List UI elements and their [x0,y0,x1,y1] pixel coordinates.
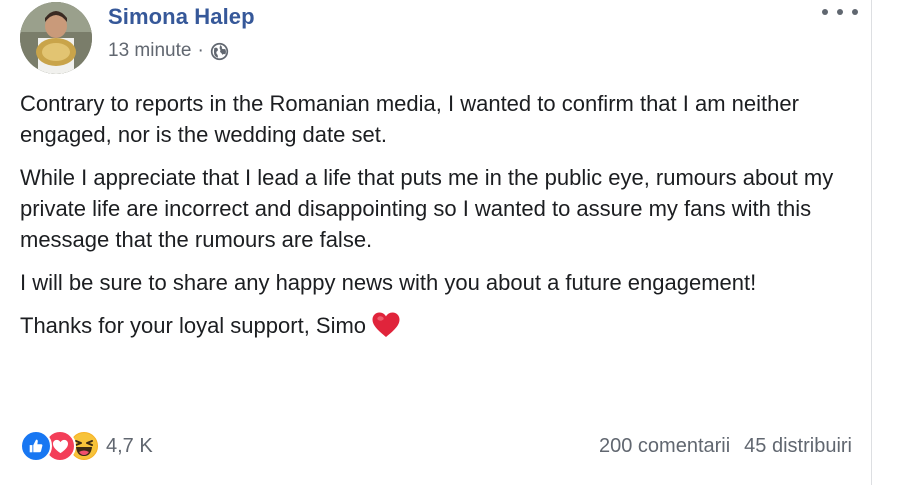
more-dot [822,9,828,15]
post-paragraph-closing: Thanks for your loyal support, Simo [20,310,860,346]
more-options-icon[interactable] [820,0,860,24]
reaction-count[interactable]: 4,7 K [106,435,153,458]
post-footer: 4,7 K 200 comentarii 45 distribuiri [20,428,852,464]
globe-icon[interactable] [210,42,229,61]
reactions-summary[interactable]: 4,7 K [20,430,153,462]
comments-count-link[interactable]: 200 comentarii [599,435,730,458]
author-name-link[interactable]: Simona Halep [108,4,255,30]
like-icon [20,430,52,462]
facebook-post-card: Simona Halep 13 minute · Contrary to rep… [0,0,872,485]
author-avatar[interactable] [20,2,92,74]
reaction-icons [20,430,100,462]
shares-count-link[interactable]: 45 distribuiri [744,435,852,458]
post-meta: 13 minute · [108,40,229,62]
more-dot [837,9,843,15]
meta-separator: · [197,40,204,61]
post-paragraph: Contrary to reports in the Romanian medi… [20,91,799,147]
post-paragraph: I will be sure to share any happy news w… [20,270,757,295]
post-paragraph: Thanks for your loyal support, Simo [20,313,367,338]
engagement-counts: 200 comentarii 45 distribuiri [599,435,852,458]
avatar-image [20,2,92,74]
post-text: Contrary to reports in the Romanian medi… [20,88,860,358]
post-paragraph: While I appreciate that I lead a life th… [20,165,834,252]
more-dot [852,9,858,15]
red-heart-icon [372,312,400,346]
post-timestamp[interactable]: 13 minute [108,40,191,62]
